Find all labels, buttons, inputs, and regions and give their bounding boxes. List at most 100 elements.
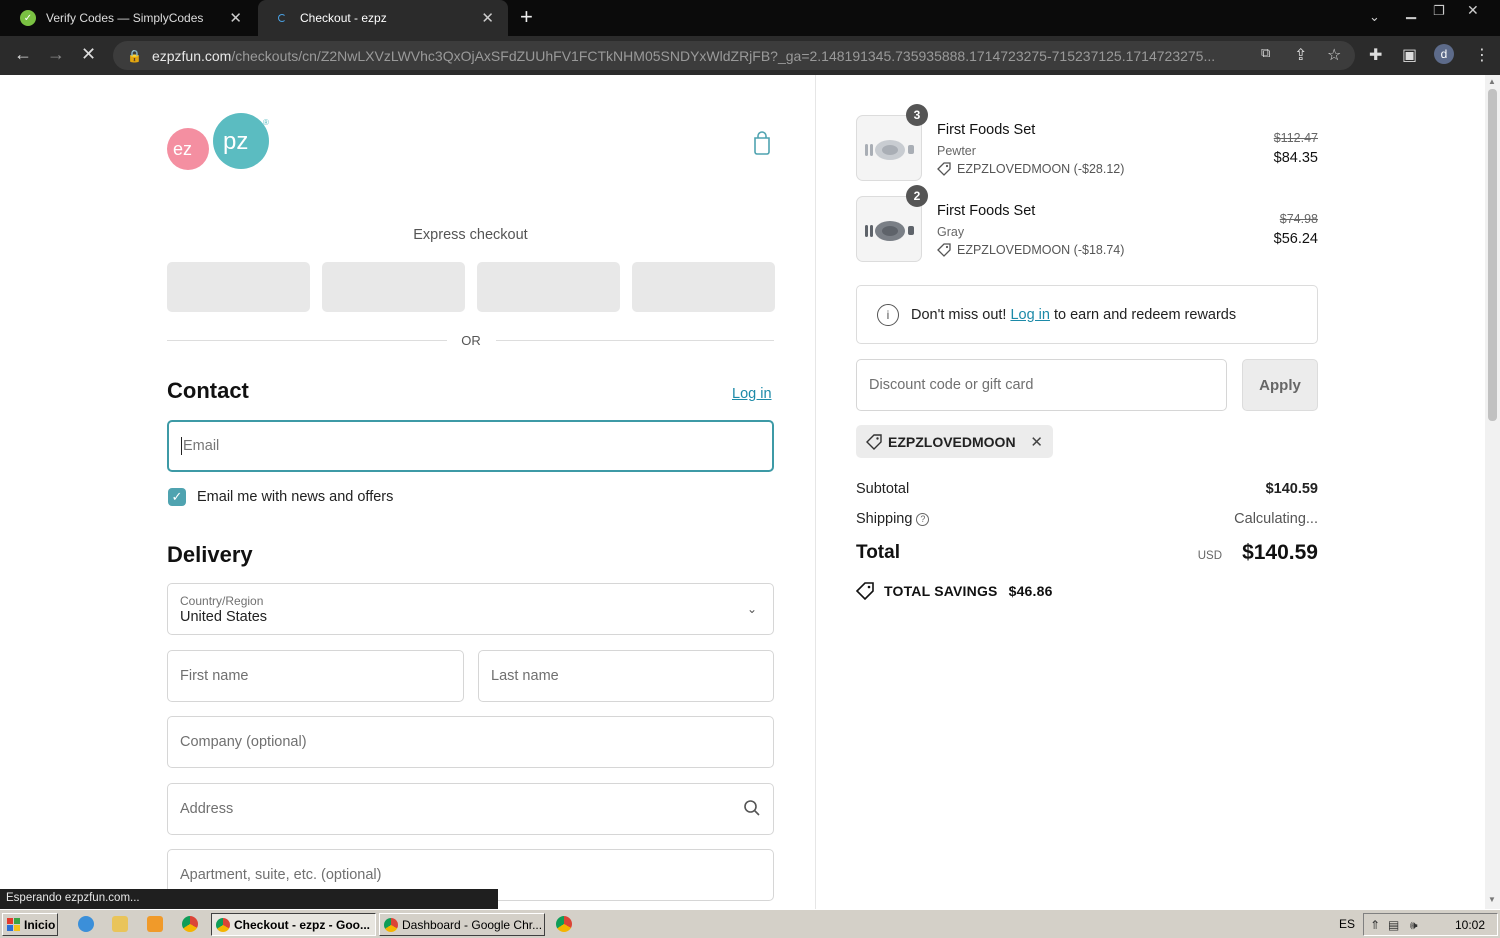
subtotal-label: Subtotal (856, 481, 910, 497)
shipping-value: Calculating... (1234, 511, 1318, 527)
address-placeholder: Address (180, 801, 234, 817)
side-panel-icon[interactable]: ▣ (1402, 45, 1417, 65)
savings-tag-icon (856, 582, 874, 600)
item-variant: Pewter (937, 144, 976, 158)
item-original-price: $112.47 (1273, 131, 1318, 145)
subtotal-value: $140.59 (1265, 481, 1318, 497)
volume-icon[interactable]: 🕪 (1410, 918, 1418, 933)
savings-label: TOTAL SAVINGS (884, 583, 998, 599)
chevron-down-icon: ⌄ (746, 602, 757, 616)
email-field[interactable]: Email (167, 420, 774, 472)
item-price: $56.24 (1273, 231, 1318, 247)
rewards-banner: i Don't miss out! Log in to earn and red… (856, 285, 1318, 344)
chrome-icon (216, 917, 230, 932)
tag-icon (937, 243, 951, 257)
close-tab-icon[interactable]: ✕ (481, 9, 494, 27)
shipping-label: Shipping (856, 511, 913, 527)
shopping-bag-icon[interactable] (752, 131, 772, 155)
translate-icon[interactable]: ⧉ (1261, 45, 1270, 61)
line-item: 3 First Foods Set Pewter EZPZLOVEDMOON (… (856, 104, 1318, 181)
restore-icon[interactable]: ❐ (1433, 3, 1445, 19)
forward-arrow-icon[interactable]: → (47, 44, 65, 65)
language-indicator[interactable]: ES (1339, 917, 1355, 931)
applied-code-text: EZPZLOVEDMOON (888, 433, 1016, 450)
close-window-icon[interactable]: ✕ (1467, 2, 1479, 19)
taskbar-window-dashboard[interactable]: Dashboard - Google Chr... (379, 913, 545, 936)
network-icon[interactable]: ▤ (1388, 918, 1399, 932)
rewards-suffix: to earn and redeem rewards (1053, 306, 1237, 323)
remove-code-close-icon[interactable]: ✕ (1030, 433, 1043, 451)
total-savings: TOTAL SAVINGS $46.86 (856, 582, 1053, 600)
login-link[interactable]: Log in (732, 386, 772, 402)
express-pay-button-3[interactable] (477, 262, 620, 312)
scroll-up-arrow-icon[interactable]: ▲ (1488, 77, 1496, 86)
close-tab-icon[interactable]: ✕ (229, 9, 242, 27)
item-discount: EZPZLOVEDMOON (-$18.74) (937, 243, 1124, 257)
chrome-icon (384, 917, 398, 932)
tab-title: Verify Codes — SimplyCodes (46, 11, 204, 25)
express-checkout-label: Express checkout (413, 227, 528, 243)
text-caret (181, 437, 182, 455)
shipping-row: Shipping? Calculating... (856, 511, 1318, 527)
express-pay-button-4[interactable] (632, 262, 775, 312)
express-pay-button-1[interactable] (167, 262, 310, 312)
subtotal-row: Subtotal $140.59 (856, 481, 1318, 497)
start-button[interactable]: Inicio (2, 913, 58, 936)
total-row: Total USD $140.59 (856, 541, 1318, 564)
total-label: Total (856, 542, 900, 563)
scrollbar-thumb[interactable] (1488, 89, 1497, 421)
discount-code-input[interactable]: Discount code or gift card (856, 359, 1227, 411)
back-arrow-icon[interactable]: ← (14, 44, 32, 65)
page-scrollbar[interactable]: ▲ ▼ (1485, 75, 1500, 909)
scroll-down-arrow-icon[interactable]: ▼ (1488, 895, 1496, 904)
extensions-puzzle-icon[interactable]: ✚ (1369, 45, 1382, 65)
company-field[interactable]: Company (optional) (167, 716, 774, 768)
rewards-login-link[interactable]: Log in (1010, 307, 1050, 323)
registered-mark: ® (263, 118, 269, 127)
windows-flag-icon (7, 917, 20, 931)
help-question-icon[interactable]: ? (916, 512, 930, 526)
taskbar-window-checkout[interactable]: Checkout - ezpz - Goo... (211, 913, 376, 936)
address-field[interactable]: Address (167, 783, 774, 835)
line-item: 2 First Foods Set Gray EZPZLOVEDMOON (-$… (856, 185, 1318, 262)
chrome-icon[interactable] (182, 916, 198, 932)
browser-tab-checkout[interactable]: Checkout - ezpz ✕ (258, 0, 508, 36)
info-icon: i (877, 303, 899, 326)
country-value: United States (180, 608, 268, 625)
apply-discount-button[interactable]: Apply (1242, 359, 1318, 411)
share-icon[interactable]: ⇪ (1294, 45, 1307, 65)
url-text: ezpzfun.com/checkouts/cn/Z2NwLXVzLWVhc3Q… (151, 47, 1216, 64)
stop-loading-icon[interactable]: ✕ (81, 44, 96, 65)
internet-explorer-icon[interactable] (78, 916, 94, 932)
or-separator: OR (461, 333, 481, 348)
logo-text-ez: ez (173, 139, 192, 159)
last-name-field[interactable]: Last name (478, 650, 774, 702)
loading-favicon-icon (278, 14, 286, 22)
profile-avatar[interactable]: d (1434, 44, 1454, 64)
tab-search-chevron-icon[interactable]: ⌄ (1369, 9, 1380, 25)
folder-icon[interactable] (112, 916, 128, 932)
minimize-icon[interactable]: ▁ (1406, 4, 1416, 20)
currency-code: USD (1197, 550, 1222, 562)
country-select[interactable]: Country/Region United States ⌄ (167, 583, 774, 635)
bookmark-star-icon[interactable]: ☆ (1327, 45, 1341, 65)
search-icon (744, 800, 760, 816)
first-name-field[interactable]: First name (167, 650, 464, 702)
news-offers-checkbox[interactable]: ✓ (168, 488, 186, 506)
product-thumbnail-icon (865, 221, 914, 241)
news-offers-label[interactable]: Email me with news and offers (197, 489, 393, 505)
express-pay-button-2[interactable] (322, 262, 465, 312)
browser-menu-icon[interactable]: ⋮ (1474, 45, 1490, 65)
chrome-pinned-icon[interactable] (556, 916, 572, 932)
browser-tab-simplycodes[interactable]: ✓ Verify Codes — SimplyCodes ✕ (0, 0, 256, 36)
simplycodes-favicon-icon: ✓ (20, 10, 36, 26)
media-player-icon[interactable] (147, 916, 163, 932)
item-price: $84.35 (1273, 150, 1318, 166)
tray-expand-icon[interactable]: ⇑ (1370, 918, 1380, 932)
ezpz-logo[interactable]: ez pz ® (167, 113, 273, 173)
address-bar[interactable]: 🔒 ezpzfun.com/checkouts/cn/Z2NwLXVzLWVhc… (113, 41, 1355, 70)
checkout-page: ez pz ® Express checkout OR Contact Log … (0, 75, 1500, 909)
new-tab-plus-icon[interactable]: + (520, 4, 533, 30)
lock-icon[interactable]: 🔒 (127, 49, 142, 63)
logo-text-pz: pz (223, 128, 248, 155)
